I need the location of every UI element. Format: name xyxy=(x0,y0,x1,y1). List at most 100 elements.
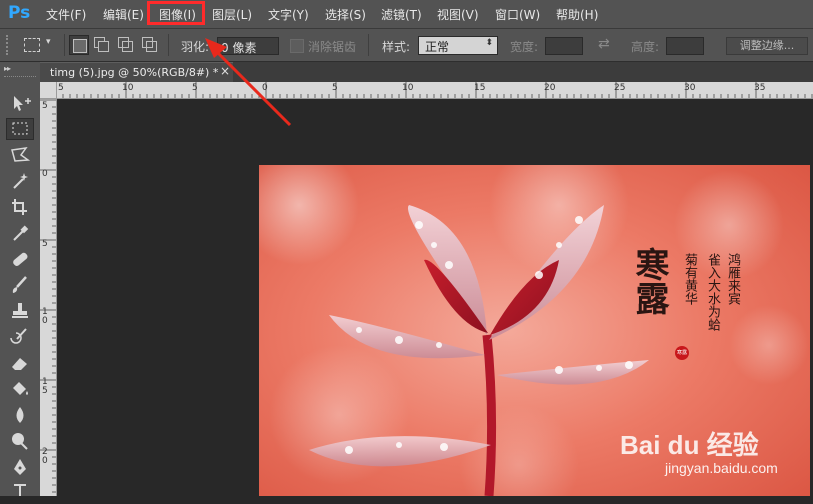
ruler-label: 5 xyxy=(58,83,64,93)
ruler-label: 15 xyxy=(474,83,486,93)
lasso-icon xyxy=(11,147,31,162)
options-grip xyxy=(6,35,16,55)
ruler-label: 10 xyxy=(402,83,414,93)
menu-layer[interactable]: 图层(L) xyxy=(212,6,252,23)
tools-panel: ▸▸ xyxy=(0,62,41,496)
ruler-label: 2 0 xyxy=(42,447,48,466)
document-tab[interactable]: timg (5).jpg @ 50%(RGB/8#) * × xyxy=(40,62,233,82)
ruler-label: 30 xyxy=(684,83,696,93)
blur-icon xyxy=(16,407,24,423)
magic-wand-tool[interactable] xyxy=(6,170,34,192)
dodge-tool[interactable] xyxy=(6,430,34,452)
height-input[interactable] xyxy=(666,37,704,55)
menu-file[interactable]: 文件(F) xyxy=(46,6,86,23)
ruler-ticks xyxy=(55,82,813,98)
divider xyxy=(368,34,369,56)
menu-edit[interactable]: 编辑(E) xyxy=(103,6,144,23)
select-arrows-icon: ⬍ xyxy=(485,38,493,48)
vertical-ruler[interactable]: 5 0 5 1 0 1 5 2 0 xyxy=(40,98,57,496)
horizontal-ruler[interactable]: 5 10 5 0 5 10 15 20 25 30 35 xyxy=(40,82,813,99)
menu-type[interactable]: 文字(Y) xyxy=(268,6,309,23)
width-input[interactable] xyxy=(545,37,583,55)
tool-preset-picker[interactable] xyxy=(24,38,40,52)
brush-tool[interactable] xyxy=(6,274,34,296)
pen-icon xyxy=(14,459,26,475)
subtract-from-selection-button[interactable] xyxy=(117,36,135,54)
refine-edge-button[interactable]: 调整边缘... xyxy=(726,37,808,55)
feather-value: 0 像素 xyxy=(221,41,257,55)
panel-collapse-icon[interactable]: ▸▸ xyxy=(4,64,11,73)
ruler-label: 5 xyxy=(332,83,338,93)
poster-line-2: 雀入大水为蛤 xyxy=(705,253,720,331)
magic-wand-icon xyxy=(13,173,28,189)
baidu-watermark-url: jingyan.baidu.com xyxy=(665,460,778,476)
close-icon[interactable]: × xyxy=(220,64,230,78)
menu-view[interactable]: 视图(V) xyxy=(437,6,479,23)
poster-line-1: 鸿雁来宾 xyxy=(725,253,740,305)
clone-stamp-tool[interactable] xyxy=(6,300,34,322)
paint-bucket-tool[interactable] xyxy=(6,378,34,400)
crop-tool[interactable] xyxy=(6,196,34,218)
new-selection-icon xyxy=(73,39,87,53)
poster-line-3: 菊有黄华 xyxy=(682,253,697,305)
poster-seal: 寒露 xyxy=(675,346,689,360)
options-bar: ▾ 羽化: 0 像素 消除锯齿 样式: 正常 ⬍ 宽度: ⇄ 高度: 调整边缘.… xyxy=(0,29,813,62)
history-brush-icon xyxy=(10,328,27,344)
width-label: 宽度: xyxy=(510,40,539,54)
swap-dimensions-icon[interactable]: ⇄ xyxy=(598,36,610,52)
menu-select[interactable]: 选择(S) xyxy=(325,6,366,23)
menu-filter[interactable]: 滤镜(T) xyxy=(381,6,422,23)
style-select[interactable]: 正常 ⬍ xyxy=(418,36,498,55)
clone-stamp-icon xyxy=(12,303,28,318)
ruler-label: 0 xyxy=(262,83,268,93)
paint-bucket-icon xyxy=(13,382,28,395)
menu-bar: Ps 文件(F) 编辑(E) 图像(I) 图层(L) 文字(Y) 选择(S) 滤… xyxy=(0,0,813,29)
ruler-label: 10 xyxy=(122,83,134,93)
document-tab-title: timg (5).jpg @ 50%(RGB/8#) * xyxy=(50,66,219,79)
poster-title-char: 寒 xyxy=(629,247,669,281)
move-icon xyxy=(14,96,31,111)
lasso-tool[interactable] xyxy=(6,144,34,166)
history-brush-tool[interactable] xyxy=(6,326,34,348)
eraser-tool[interactable] xyxy=(6,352,34,374)
menu-image-highlight-box xyxy=(147,1,205,25)
marquee-preset-icon xyxy=(24,38,40,52)
document-tab-bar: timg (5).jpg @ 50%(RGB/8#) * × xyxy=(40,62,813,82)
menu-help[interactable]: 帮助(H) xyxy=(556,6,598,23)
ruler-label: 5 xyxy=(42,101,48,111)
antialias-label: 消除锯齿 xyxy=(308,40,357,54)
ruler-label: 35 xyxy=(754,83,766,93)
pen-tool[interactable] xyxy=(6,456,34,478)
ruler-label: 1 0 xyxy=(42,307,48,326)
add-to-selection-button[interactable] xyxy=(93,36,111,54)
ruler-label: 5 xyxy=(42,239,48,249)
ruler-label: 25 xyxy=(614,83,626,93)
eyedropper-tool[interactable] xyxy=(6,222,34,244)
antialias-checkbox[interactable] xyxy=(290,39,304,53)
poster-title-char: 露 xyxy=(629,281,669,315)
menu-window[interactable]: 窗口(W) xyxy=(495,6,540,23)
divider xyxy=(168,34,169,56)
healing-brush-tool[interactable] xyxy=(6,248,34,270)
move-tool[interactable] xyxy=(6,92,34,114)
eraser-icon xyxy=(12,358,27,370)
healing-brush-icon xyxy=(13,252,28,266)
style-select-value: 正常 xyxy=(425,40,450,54)
ruler-origin[interactable] xyxy=(40,82,57,99)
photoshop-logo: Ps xyxy=(8,3,31,23)
feather-input[interactable]: 0 像素 xyxy=(217,37,279,55)
baidu-watermark-logo: Bai du 经验 xyxy=(620,430,759,460)
chevron-down-icon[interactable]: ▾ xyxy=(46,37,51,47)
feather-label: 羽化: xyxy=(181,40,210,54)
marquee-tool[interactable] xyxy=(6,118,34,140)
eyedropper-icon xyxy=(13,225,29,241)
ruler-label: 1 5 xyxy=(42,377,48,396)
blur-tool[interactable] xyxy=(6,404,34,426)
intersect-selection-button[interactable] xyxy=(141,36,159,54)
new-selection-button[interactable] xyxy=(69,35,89,55)
type-tool[interactable] xyxy=(6,482,34,504)
dodge-icon xyxy=(12,433,28,450)
poster-title: 寒露 xyxy=(629,247,669,315)
type-icon xyxy=(14,484,26,496)
crop-icon xyxy=(12,199,27,215)
